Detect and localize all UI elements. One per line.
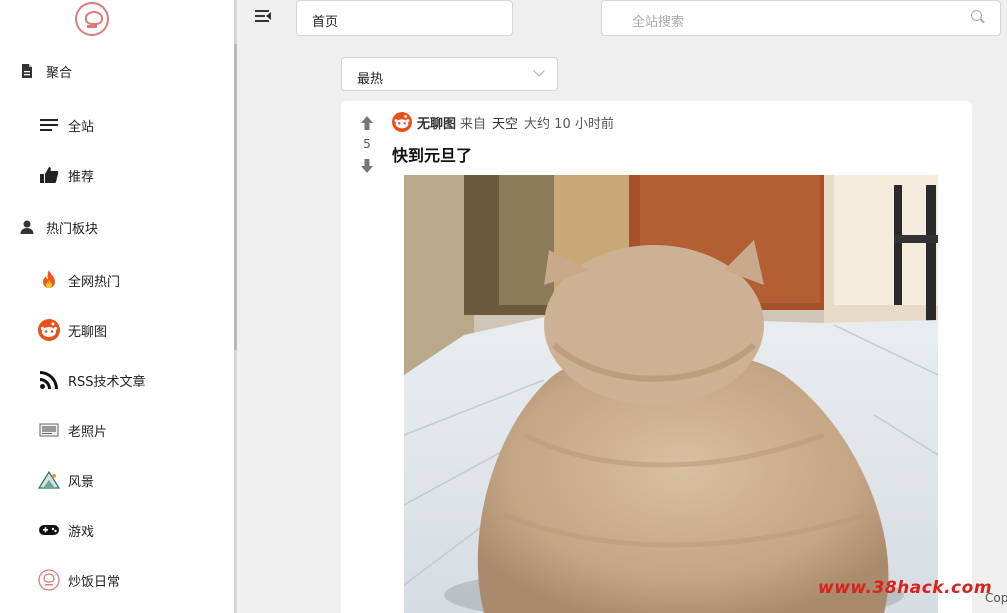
- menu-toggle-icon[interactable]: [253, 7, 273, 27]
- post-title[interactable]: 快到元旦了: [392, 142, 472, 166]
- gamepad-icon: [38, 519, 60, 541]
- upvote-arrow-icon[interactable]: [359, 115, 375, 131]
- post-author-link[interactable]: 天空: [492, 113, 518, 132]
- sidebar-item-recommend[interactable]: 推荐: [38, 160, 94, 190]
- reddit-face-icon: [392, 112, 412, 132]
- footer-copyright-fragment: Cop: [985, 591, 1007, 605]
- sidebar: [0, 0, 237, 613]
- watermark: www.38hack.com: [818, 578, 993, 598]
- old-photo-icon: [38, 419, 60, 441]
- post-from-label: 来自: [460, 116, 487, 132]
- sidebar-section-label: 热门板块: [46, 221, 99, 237]
- post-meta: 无聊图 来自 天空 大约 10 小时前: [392, 112, 614, 132]
- thumbs-up-icon: [38, 164, 60, 186]
- sidebar-item-games[interactable]: 游戏: [38, 515, 94, 545]
- site-logo-icon[interactable]: [75, 2, 109, 36]
- search-input[interactable]: 全站搜索: [601, 0, 1001, 36]
- search-icon[interactable]: [971, 10, 985, 24]
- sidebar-section-label: 聚合: [46, 65, 73, 81]
- user-icon: [16, 216, 38, 238]
- vote-count: 5: [363, 137, 371, 151]
- sidebar-item-rss[interactable]: RSS技术文章: [38, 365, 146, 395]
- post-image[interactable]: [404, 175, 938, 613]
- sort-dropdown[interactable]: 最热: [341, 57, 558, 91]
- list-lines-icon: [38, 114, 60, 136]
- breadcrumb-home[interactable]: 首页: [296, 0, 513, 36]
- sidebar-item-label: 全网热门: [68, 274, 121, 290]
- downvote-arrow-icon[interactable]: [359, 158, 375, 174]
- sidebar-item-old-photos[interactable]: 老照片: [38, 415, 107, 445]
- fire-icon: [38, 269, 60, 291]
- sidebar-item-all[interactable]: 全站: [38, 110, 94, 140]
- sidebar-item-label: 老照片: [68, 424, 108, 440]
- sidebar-item-label: 炒饭日常: [68, 574, 121, 590]
- sidebar-item-label: 推荐: [68, 169, 95, 185]
- sidebar-section-hot-boards[interactable]: 热门板块: [16, 212, 98, 242]
- reddit-face-icon: [38, 319, 60, 341]
- chaofan-logo-icon: [38, 569, 60, 591]
- sidebar-section-aggregate[interactable]: 聚合: [16, 56, 72, 86]
- sidebar-item-label: 无聊图: [68, 324, 108, 340]
- sidebar-item-wuliaotu[interactable]: 无聊图: [38, 315, 107, 345]
- document-icon: [16, 60, 38, 82]
- sidebar-item-label: 游戏: [68, 524, 95, 540]
- post-site-link[interactable]: 无聊图: [417, 113, 456, 132]
- landscape-icon: [38, 469, 60, 491]
- sidebar-item-label: RSS技术文章: [68, 374, 146, 390]
- sidebar-item-web-hot[interactable]: 全网热门: [38, 265, 120, 295]
- post-timestamp: 大约 10 小时前: [524, 116, 614, 132]
- sidebar-scrollbar[interactable]: [234, 44, 237, 350]
- sidebar-item-label: 全站: [68, 119, 95, 135]
- sidebar-item-label: 风景: [68, 474, 95, 490]
- rss-icon: [38, 369, 60, 391]
- sidebar-item-chaofan[interactable]: 炒饭日常: [38, 565, 120, 595]
- sidebar-item-scenery[interactable]: 风景: [38, 465, 94, 495]
